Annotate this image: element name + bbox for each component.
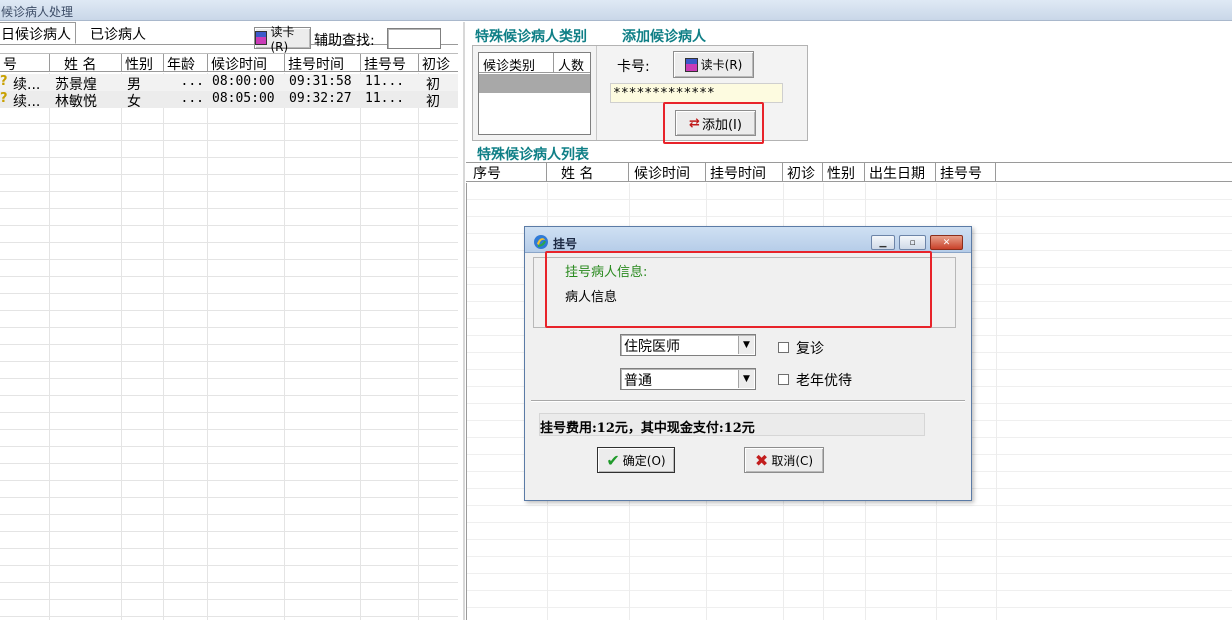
row-no: 续... bbox=[13, 94, 41, 108]
col-header-name[interactable]: 姓 名 bbox=[547, 163, 629, 181]
patient-info-text: 病人信息 bbox=[565, 290, 618, 305]
special-read-card-label: 读卡(R) bbox=[700, 58, 743, 72]
read-card-button[interactable]: 读卡(R) bbox=[254, 25, 311, 54]
waiting-table-grid bbox=[0, 73, 458, 620]
cancel-button[interactable]: ✖ 取消(C) bbox=[744, 447, 824, 473]
col-header-wait-time[interactable]: 候诊时间 bbox=[208, 54, 285, 72]
col-header-reg-time[interactable]: 挂号时间 bbox=[706, 163, 783, 181]
row-reg-no: 11... bbox=[365, 91, 405, 106]
special-read-card-button[interactable]: 读卡(R) bbox=[673, 51, 754, 78]
confirm-button[interactable]: ✔ 确定(O) bbox=[597, 447, 675, 473]
card-label: 卡号: bbox=[617, 59, 650, 75]
col-header-name[interactable]: 姓 名 bbox=[50, 54, 122, 72]
tab-today-waiting[interactable]: 日候诊病人 bbox=[0, 22, 76, 44]
col-header-first[interactable]: 初诊 bbox=[783, 163, 823, 181]
confirm-label: 确定(O) bbox=[622, 453, 666, 468]
col-header-reg-no[interactable]: 挂号号 bbox=[936, 163, 996, 181]
minimize-icon[interactable]: ▁ bbox=[871, 235, 895, 250]
assist-search-label: 辅助查找: bbox=[314, 33, 375, 49]
dialog-separator bbox=[531, 400, 965, 402]
tab-seen-patients[interactable]: 已诊病人 bbox=[86, 22, 158, 44]
row-wait-time: 08:00:00 bbox=[212, 74, 275, 89]
check-icon: ✔ bbox=[606, 450, 620, 470]
waiting-table-header: 号 姓 名 性别 年龄 候诊时间 挂号时间 挂号号 初诊 bbox=[0, 53, 458, 72]
pane-splitter[interactable] bbox=[463, 22, 465, 620]
column-divider bbox=[553, 53, 554, 73]
patient-info-heading: 挂号病人信息: bbox=[565, 265, 648, 280]
col-header-reg-no[interactable]: 挂号号 bbox=[361, 54, 419, 72]
col-header-first[interactable]: 初诊 bbox=[419, 54, 458, 72]
col-header-no[interactable]: 号 bbox=[0, 54, 50, 72]
row-age: ... bbox=[180, 74, 204, 89]
col-header-sex[interactable]: 性别 bbox=[823, 163, 865, 181]
table-row[interactable]: ? 续... 苏景煌 男 ... 08:00:00 09:31:58 11...… bbox=[0, 74, 458, 91]
row-name: 苏景煌 bbox=[55, 77, 97, 91]
panel-divider bbox=[596, 46, 597, 140]
row-sex: 女 bbox=[127, 94, 141, 108]
registration-type-select[interactable]: 普通 ▼ bbox=[620, 368, 756, 390]
category-list-header: 候诊类别 人数 bbox=[479, 53, 590, 74]
row-no: 续... bbox=[13, 77, 41, 91]
row-wait-time: 08:05:00 bbox=[212, 91, 275, 106]
row-reg-time: 09:31:58 bbox=[289, 74, 352, 89]
row-sex: 男 bbox=[127, 77, 141, 91]
add-swap-icon: ⇄ bbox=[689, 115, 700, 131]
col-header-birth[interactable]: 出生日期 bbox=[865, 163, 936, 181]
revisit-checkbox[interactable] bbox=[778, 342, 789, 353]
doctor-select-value: 住院医师 bbox=[624, 339, 680, 355]
table-row[interactable]: ? 续... 林敏悦 女 ... 08:05:00 09:32:27 11...… bbox=[0, 91, 458, 108]
row-name: 林敏悦 bbox=[55, 94, 97, 108]
chevron-down-icon: ▼ bbox=[738, 370, 754, 388]
app-logo-icon bbox=[533, 234, 549, 250]
special-list-title: 特殊候诊病人列表 bbox=[477, 147, 589, 163]
maximize-icon[interactable]: ▫ bbox=[899, 235, 926, 250]
read-card-label: 读卡(R) bbox=[270, 24, 295, 54]
card-reader-icon bbox=[255, 31, 268, 45]
row-age: ... bbox=[180, 91, 204, 106]
col-header-seq[interactable]: 序号 bbox=[466, 163, 547, 181]
fee-text: 挂号费用:12元，其中现金支付:12元 bbox=[540, 421, 755, 436]
elderly-checkbox[interactable] bbox=[778, 374, 789, 385]
elderly-label: 老年优待 bbox=[796, 373, 852, 389]
row-reg-time: 09:32:27 bbox=[289, 91, 352, 106]
dialog-title: 挂号 bbox=[553, 237, 578, 251]
col-header-age[interactable]: 年龄 bbox=[164, 54, 208, 72]
cross-icon: ✖ bbox=[754, 450, 769, 470]
col-header-wait-time[interactable]: 候诊时间 bbox=[629, 163, 706, 181]
col-header-reg-time[interactable]: 挂号时间 bbox=[285, 54, 361, 72]
card-reader-icon bbox=[684, 57, 698, 72]
dialog-titlebar[interactable]: 挂号 ▁ ▫ ✕ bbox=[525, 227, 971, 253]
col-header-count[interactable]: 人数 bbox=[558, 55, 584, 74]
row-first: 初 bbox=[426, 77, 440, 91]
row-first: 初 bbox=[426, 94, 440, 108]
special-list-header: 序号 姓 名 候诊时间 挂号时间 初诊 性别 出生日期 挂号号 bbox=[466, 162, 1232, 182]
close-icon[interactable]: ✕ bbox=[930, 235, 963, 250]
add-waiting-patient-title: 添加候诊病人 bbox=[622, 29, 706, 45]
doctor-select[interactable]: 住院医师 ▼ bbox=[620, 334, 756, 356]
special-category-title: 特殊候诊病人类别 bbox=[475, 29, 587, 45]
revisit-label: 复诊 bbox=[796, 341, 824, 357]
cancel-label: 取消(C) bbox=[771, 453, 814, 468]
add-patient-label: 添加(I) bbox=[701, 117, 742, 133]
category-row-selected[interactable] bbox=[479, 74, 590, 93]
registration-type-value: 普通 bbox=[624, 373, 652, 389]
col-header-sex[interactable]: 性别 bbox=[122, 54, 164, 72]
assist-search-input[interactable] bbox=[387, 28, 441, 49]
add-patient-button[interactable]: ⇄ 添加(I) bbox=[675, 110, 756, 136]
col-header-category[interactable]: 候诊类别 bbox=[483, 55, 535, 74]
chevron-down-icon: ▼ bbox=[738, 336, 754, 354]
registration-dialog: 挂号 ▁ ▫ ✕ 挂号病人信息: 病人信息 住院医师 ▼ 普通 ▼ 复诊 老年优… bbox=[524, 226, 972, 501]
window-title: 候诊病人处理 bbox=[0, 0, 1232, 21]
card-number-input[interactable]: ************* bbox=[610, 83, 783, 103]
row-reg-no: 11... bbox=[365, 74, 405, 89]
category-list[interactable]: 候诊类别 人数 bbox=[478, 52, 591, 135]
